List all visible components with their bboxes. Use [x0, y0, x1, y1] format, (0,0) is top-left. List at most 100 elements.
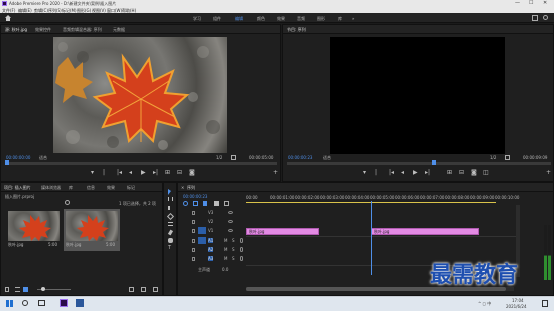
program-timecode[interactable]: 00:00:00:23 [288, 155, 312, 160]
prog-step-forward-icon[interactable]: ▸| [425, 170, 430, 176]
workspace-libraries[interactable]: 库 [338, 16, 342, 21]
tab-info[interactable]: 信息 [87, 185, 95, 190]
lock-icon[interactable] [192, 211, 195, 215]
timeline-clip[interactable]: 秋叶.jpg [246, 228, 319, 235]
tab-audio-clip-mixer[interactable]: 音频剪辑混合器: 序列 [63, 27, 102, 32]
workspace-graphics[interactable]: 图形 [317, 16, 325, 21]
clock-date[interactable]: 2021/6/24 [506, 304, 527, 309]
wrench-icon[interactable] [231, 155, 236, 160]
icon-view-icon[interactable] [23, 287, 28, 292]
step-back-icon[interactable]: |◂ [117, 170, 122, 176]
clock-time[interactable]: 17:04 [512, 298, 524, 303]
taskbar-search-icon[interactable] [22, 300, 28, 306]
pen-tool-icon[interactable] [167, 229, 174, 236]
workspace-color[interactable]: 颜色 [257, 16, 265, 21]
timeline-wrench-icon[interactable] [224, 201, 229, 206]
prog-export-frame-icon[interactable]: ◙ [471, 170, 477, 176]
notification-icon[interactable] [542, 300, 548, 307]
search-icon[interactable] [543, 15, 548, 20]
timeline-settings-icon[interactable] [214, 201, 219, 206]
tab-markers[interactable]: 标记 [127, 185, 135, 190]
lock-icon[interactable] [192, 220, 195, 224]
close-button[interactable]: ✕ [543, 0, 547, 6]
program-fit-select[interactable]: 适合 [323, 155, 331, 160]
prog-step-back-icon[interactable]: |◂ [389, 170, 394, 176]
add-marker-icon[interactable] [203, 201, 207, 206]
timeline-playhead[interactable] [371, 201, 372, 275]
timeline-clip[interactable]: 秋叶.jpg [371, 228, 479, 235]
tray-indicators[interactable]: ^ ◻ 中 [478, 301, 491, 306]
workspace-more[interactable]: » [352, 16, 354, 21]
tab-metadata[interactable]: 元数据 [113, 27, 125, 32]
export-frame-icon[interactable]: ◙ [189, 170, 195, 176]
maximize-button[interactable]: ☐ [529, 0, 533, 6]
track-v3[interactable]: V3 [192, 209, 246, 217]
linked-selection-icon[interactable] [193, 201, 198, 206]
source-playhead-icon[interactable] [5, 160, 9, 165]
lock-icon[interactable] [192, 257, 195, 261]
play-back-icon[interactable]: ◂ [129, 170, 132, 176]
mute-button[interactable]: M [224, 238, 227, 243]
lock-icon[interactable] [5, 287, 9, 292]
workspace-assembly[interactable]: 组件 [213, 16, 221, 21]
tab-libraries[interactable]: 库 [69, 185, 73, 190]
track-select-icon[interactable] [168, 197, 173, 201]
tab-effects[interactable]: 效果 [107, 185, 115, 190]
word-taskbar-icon[interactable] [76, 299, 84, 307]
source-fit-select[interactable]: 适合 [39, 155, 47, 160]
solo-button[interactable]: S [232, 238, 235, 243]
master-volume[interactable]: 0.0 [222, 267, 228, 272]
timeline-title[interactable]: 序列 [187, 185, 195, 190]
mark-out-icon[interactable]: | [103, 170, 105, 176]
mic-icon[interactable] [240, 256, 243, 261]
source-resolution-select[interactable]: 1/2 [216, 155, 222, 160]
timeline-close-icon[interactable]: ✕ [181, 185, 184, 190]
prog-play-icon[interactable]: ▶ [413, 170, 418, 176]
share-icon[interactable] [532, 15, 538, 21]
program-title[interactable]: 节目: 序列 [287, 27, 306, 32]
eye-icon[interactable] [228, 211, 233, 214]
tab-project[interactable]: 项目: 插入图片 [4, 185, 31, 190]
ripple-edit-icon[interactable] [168, 206, 173, 210]
workspace-editing[interactable]: 编辑 [235, 16, 243, 21]
lock-icon[interactable] [192, 229, 195, 233]
program-playhead-icon[interactable] [432, 160, 436, 165]
prog-play-back-icon[interactable]: ◂ [401, 170, 404, 176]
razor-icon[interactable] [166, 212, 175, 221]
selection-tool-icon[interactable] [168, 189, 171, 195]
track-a1[interactable]: A1 M S [192, 237, 246, 245]
type-tool-icon[interactable]: T [168, 245, 171, 251]
lock-icon[interactable] [192, 239, 195, 243]
solo-button[interactable]: S [232, 247, 235, 252]
track-v1[interactable]: V1 [192, 227, 246, 235]
eye-icon[interactable] [228, 229, 233, 232]
prog-mark-out-icon[interactable]: | [375, 170, 377, 176]
workspace-learn[interactable]: 学习 [193, 16, 201, 21]
program-scrub-bar[interactable] [287, 162, 551, 165]
step-forward-icon[interactable]: ▸| [153, 170, 158, 176]
new-item-icon[interactable] [141, 287, 146, 292]
premiere-taskbar-icon[interactable] [60, 299, 68, 307]
program-wrench-icon[interactable] [505, 155, 510, 160]
lock-icon[interactable] [192, 248, 195, 252]
mic-icon[interactable] [240, 247, 243, 252]
tab-effect-controls[interactable]: 效果控件 [35, 27, 51, 32]
project-item-1[interactable]: 秋叶.jpg 5:00 [8, 211, 60, 249]
program-resolution-select[interactable]: 1/2 [490, 155, 496, 160]
slip-tool-icon[interactable] [168, 222, 173, 226]
eye-icon[interactable] [228, 220, 233, 223]
play-icon[interactable]: ▶ [141, 170, 146, 176]
insert-icon[interactable]: ⊞ [165, 170, 170, 176]
prog-mark-in-icon[interactable]: ▾ [363, 170, 366, 176]
source-timecode[interactable]: 00:00:00:00 [6, 155, 30, 160]
mark-in-icon[interactable]: ▾ [91, 170, 94, 176]
task-view-icon[interactable] [38, 300, 45, 306]
project-search-icon[interactable] [65, 200, 70, 205]
program-add-icon[interactable]: + [546, 170, 551, 176]
mute-button[interactable]: M [224, 247, 227, 252]
source-patch-v1[interactable] [198, 227, 206, 234]
snap-icon[interactable] [183, 201, 188, 206]
source-patch-a1[interactable] [198, 237, 206, 244]
project-item-2[interactable]: 秋叶.jpg 5:00 [64, 209, 120, 251]
solo-button[interactable]: S [232, 256, 235, 261]
